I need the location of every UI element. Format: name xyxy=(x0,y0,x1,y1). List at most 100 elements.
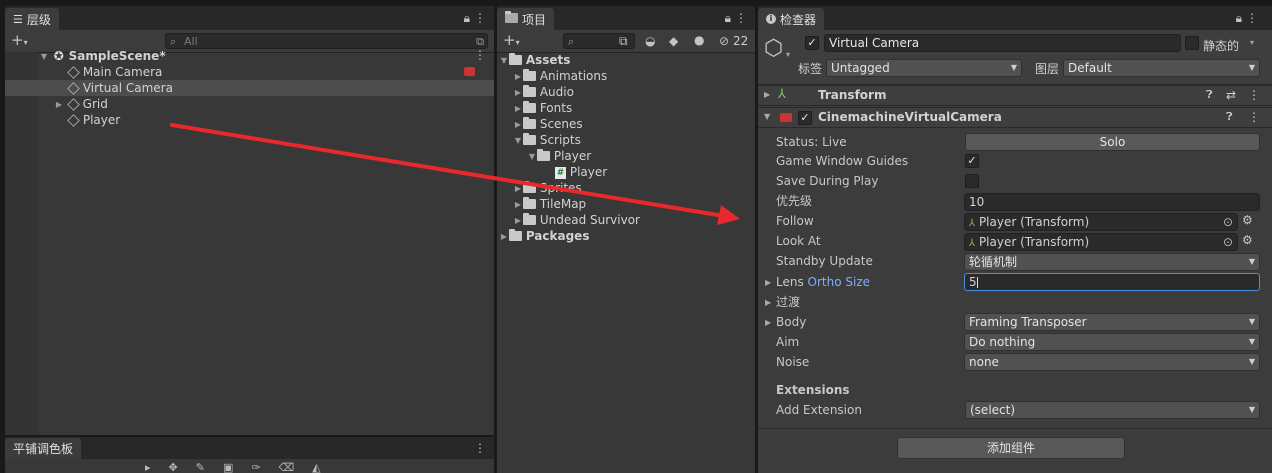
object-picker-icon[interactable]: ⊙ xyxy=(1223,234,1233,250)
box-tool-icon[interactable]: ▣ xyxy=(223,461,251,473)
transitions-foldout-arrow-icon[interactable]: ▶ xyxy=(765,298,771,307)
hierarchy-item-selected[interactable]: Virtual Camera xyxy=(5,80,494,96)
more-icon[interactable]: ⋮ xyxy=(735,11,747,25)
more-icon[interactable]: ⋮ xyxy=(1248,110,1260,124)
search-by-type-icon[interactable]: ◒ xyxy=(645,34,655,48)
tree-item[interactable]: ▶ Sprites xyxy=(497,180,755,196)
expand-arrow-icon[interactable]: ▼ xyxy=(764,112,770,121)
hierarchy-item[interactable]: Player xyxy=(5,112,494,128)
priority-field[interactable]: 10 xyxy=(964,193,1260,211)
hierarchy-item[interactable]: ▶ Grid xyxy=(5,96,494,112)
transform-component-header[interactable]: ▶ ⅄ Transform ❓︎ ⇄ ⋮ xyxy=(758,85,1272,106)
collapsed-arrow-icon[interactable]: ▶ xyxy=(499,229,509,245)
tree-item[interactable]: ▶ Fonts xyxy=(497,100,755,116)
lock-icon[interactable]: 🔒︎ xyxy=(725,11,731,25)
tree-item[interactable]: ▶ Undead Survivor xyxy=(497,212,755,228)
aim-dropdown[interactable]: Do nothing ▼ xyxy=(964,333,1260,351)
static-checkbox[interactable] xyxy=(1185,36,1199,50)
transitions-label[interactable]: 过渡 xyxy=(776,293,800,311)
body-dropdown[interactable]: Framing Transposer ▼ xyxy=(964,313,1260,331)
tab-inspector[interactable]: i 检查器 xyxy=(758,8,825,30)
component-enabled-checkbox[interactable]: ✓ xyxy=(798,111,812,125)
eraser-tool-icon[interactable]: ⌫ xyxy=(279,461,313,473)
tag-dropdown[interactable]: Untagged ▼ xyxy=(826,59,1022,77)
static-dropdown-icon[interactable]: ▾ xyxy=(1250,38,1254,47)
save-during-play-checkbox[interactable] xyxy=(965,174,979,188)
game-window-guides-checkbox[interactable]: ✓ xyxy=(965,154,979,168)
more-icon[interactable]: ⋮ xyxy=(1248,88,1260,102)
component-footer-divider xyxy=(758,428,1272,429)
collapsed-arrow-icon[interactable]: ▶ xyxy=(513,197,523,213)
collapsed-arrow-icon[interactable]: ▶ xyxy=(513,213,523,229)
log-icon[interactable]: ● xyxy=(694,33,704,47)
collapsed-arrow-icon[interactable]: ▶ xyxy=(513,181,523,197)
tree-item-assets[interactable]: ▼ Assets xyxy=(497,52,755,68)
add-extension-dropdown[interactable]: (select) ▼ xyxy=(965,401,1260,419)
collapsed-arrow-icon[interactable]: ▶ xyxy=(513,85,523,101)
add-component-button[interactable]: 添加组件 xyxy=(897,437,1125,459)
picker-tool-icon[interactable]: ✑ xyxy=(251,461,278,473)
lens-ortho-size-field[interactable]: 5 xyxy=(964,273,1260,291)
body-foldout-arrow-icon[interactable]: ▶ xyxy=(765,318,771,327)
tree-item[interactable]: ▼ Player xyxy=(497,148,755,164)
scene-more-icon[interactable]: ⋮ xyxy=(474,48,486,62)
expand-arrow-icon[interactable]: ▼ xyxy=(499,53,509,69)
lock-icon[interactable]: 🔒︎ xyxy=(464,11,470,25)
look-at-field[interactable]: ⅄ Player (Transform) ⊙ xyxy=(964,233,1238,251)
tree-item[interactable]: # Player xyxy=(497,164,755,180)
scene-row[interactable]: ▼ ✪ SampleScene* ⋮ xyxy=(5,48,494,64)
collapsed-arrow-icon[interactable]: ▶ xyxy=(764,90,770,99)
follow-settings-gear-icon[interactable]: ⚙ xyxy=(1242,213,1253,227)
hidden-packages-icon[interactable]: ⊘ xyxy=(719,34,729,48)
expand-arrow-icon[interactable]: ▼ xyxy=(39,49,49,65)
tab-project[interactable]: 项目 xyxy=(497,8,555,30)
tree-item[interactable]: ▶ TileMap xyxy=(497,196,755,212)
noise-dropdown[interactable]: none ▼ xyxy=(964,353,1260,371)
object-picker-icon[interactable]: ⊙ xyxy=(1223,214,1233,230)
more-icon[interactable]: ⋮ xyxy=(474,441,486,455)
collapsed-arrow-icon[interactable]: ▶ xyxy=(54,97,64,113)
label-tag-icon[interactable]: ◆ xyxy=(669,34,678,48)
move-tool-icon[interactable]: ✥ xyxy=(169,461,196,473)
collapsed-arrow-icon[interactable]: ▶ xyxy=(513,101,523,117)
collapsed-arrow-icon[interactable]: ▶ xyxy=(513,117,523,133)
expand-arrow-icon[interactable]: ▼ xyxy=(513,133,523,149)
lock-icon[interactable]: 🔒︎ xyxy=(1236,11,1242,25)
follow-field[interactable]: ⅄ Player (Transform) ⊙ xyxy=(964,213,1238,231)
active-checkbox[interactable]: ✓ xyxy=(805,36,819,50)
cinemachine-component-header[interactable]: ▼ ✓ CinemachineVirtualCamera ❓︎ ⋮ xyxy=(758,107,1272,128)
search-input[interactable]: ⌕ All ⧉ xyxy=(165,33,488,49)
look-at-settings-gear-icon[interactable]: ⚙ xyxy=(1242,233,1253,247)
select-tool-icon[interactable]: ▸ xyxy=(145,461,169,473)
more-icon[interactable]: ⋮ xyxy=(474,11,486,25)
hierarchy-item[interactable]: Main Camera xyxy=(5,64,494,80)
dropdown-arrow-icon[interactable]: ▾ xyxy=(786,50,790,59)
ortho-size-link[interactable]: Ortho Size xyxy=(808,275,870,289)
brush-tool-icon[interactable]: ✎ xyxy=(196,461,223,473)
lens-label[interactable]: Lens Ortho Size xyxy=(776,273,870,291)
fill-tool-icon[interactable]: ◭ xyxy=(312,461,338,473)
more-icon[interactable]: ⋮ xyxy=(1246,11,1258,25)
object-name-field[interactable]: Virtual Camera xyxy=(824,34,1181,52)
tree-item[interactable]: ▶ Audio xyxy=(497,84,755,100)
layer-dropdown[interactable]: Default ▼ xyxy=(1063,59,1260,77)
tab-tile-palette[interactable]: 平铺调色板 xyxy=(5,438,82,459)
solo-button[interactable]: Solo xyxy=(965,133,1260,151)
chevron-down-icon: ▼ xyxy=(1248,357,1255,366)
tree-label: Packages xyxy=(525,229,590,243)
lens-foldout-arrow-icon[interactable]: ▶ xyxy=(765,278,771,287)
filter-icon[interactable]: ⧉ xyxy=(619,34,628,48)
tree-item-packages[interactable]: ▶ Packages xyxy=(497,228,755,244)
help-icon[interactable]: ❓︎ xyxy=(1226,110,1233,124)
presets-icon[interactable]: ⇄ xyxy=(1226,88,1236,102)
collapsed-arrow-icon[interactable]: ▶ xyxy=(513,69,523,85)
body-label[interactable]: Body xyxy=(776,313,806,331)
tree-item[interactable]: ▶ Scenes xyxy=(497,116,755,132)
expand-arrow-icon[interactable]: ▼ xyxy=(527,149,537,165)
add-icon[interactable]: +▾ xyxy=(503,33,520,50)
help-icon[interactable]: ❓︎ xyxy=(1206,88,1213,102)
tree-item[interactable]: ▼ Scripts xyxy=(497,132,755,148)
tree-item[interactable]: ▶ Animations xyxy=(497,68,755,84)
standby-update-dropdown[interactable]: 轮循机制 ▼ xyxy=(964,253,1260,271)
tab-hierarchy[interactable]: ☰ 层级 xyxy=(5,8,59,30)
